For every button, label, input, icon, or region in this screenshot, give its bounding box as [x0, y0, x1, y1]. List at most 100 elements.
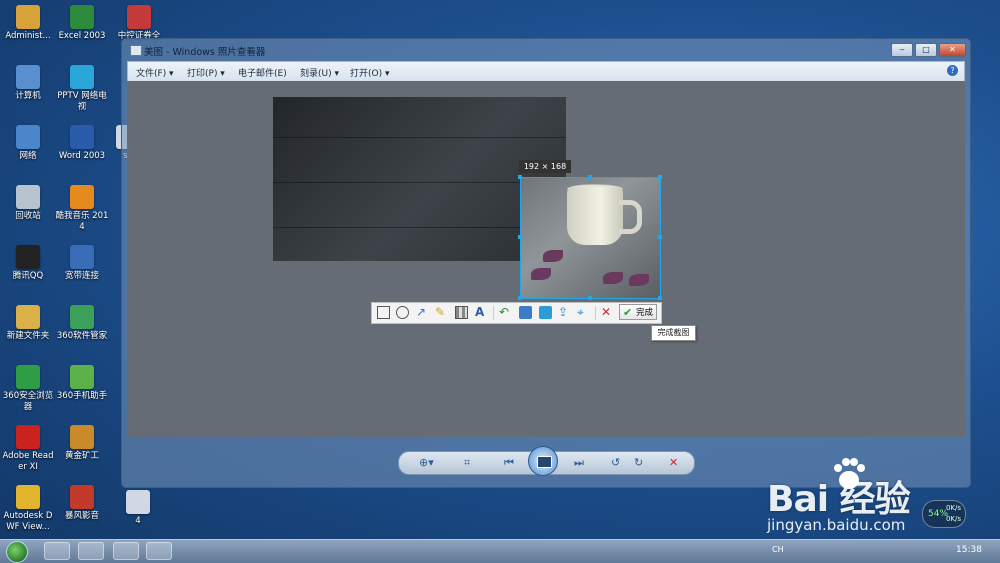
taskbar-word-icon[interactable] [113, 542, 139, 560]
desktop-icon[interactable]: 计算机 [0, 65, 56, 102]
cancel-icon[interactable]: ✕ [601, 305, 611, 319]
desktop-icon-label: 宽带连接 [64, 271, 99, 281]
desktop-icon-label: Adobe Reader XI [2, 451, 54, 472]
app-icon [16, 305, 40, 329]
done-button[interactable]: ✔ 完成 [619, 304, 657, 320]
menu-email[interactable]: 电子邮件(E) [238, 66, 287, 79]
app-icon [16, 245, 40, 269]
help-icon[interactable]: ? [947, 65, 958, 76]
slideshow-button[interactable] [528, 446, 558, 476]
app-icon [16, 65, 40, 89]
desktop-icon-label: 4 [135, 516, 141, 526]
capture-selection[interactable] [520, 177, 661, 299]
mosaic-tool-icon[interactable] [455, 306, 468, 319]
pen-tool-icon[interactable]: ✎ [435, 305, 445, 319]
app-icon [70, 185, 94, 209]
close-button[interactable]: ✕ [939, 43, 966, 57]
desktop-icon[interactable]: 360手机助手 [54, 365, 110, 402]
done-tooltip: 完成截图 [651, 325, 696, 341]
slideshow-icon [537, 456, 552, 468]
desktop-icon[interactable]: PPTV 网络电视 [54, 65, 110, 113]
text-tool-icon[interactable]: A [475, 305, 484, 319]
desktop-icon[interactable]: 酷我音乐 2014 [54, 185, 110, 233]
desktop-icon-label: 暴风影音 [64, 511, 99, 521]
desktop-icon[interactable]: Adobe Reader XI [0, 425, 56, 473]
resize-handle[interactable] [588, 175, 592, 179]
done-label: 完成 [635, 308, 653, 318]
desktop-icon[interactable]: 黄金矿工 [54, 425, 110, 462]
minimize-button[interactable]: ‒ [891, 43, 913, 57]
app-icon [16, 5, 40, 29]
menu-burn[interactable]: 刻录(U) ▾ [300, 66, 339, 79]
desktop-icon-label: 回收站 [15, 211, 41, 221]
desktop-icon[interactable]: 宽带连接 [54, 245, 110, 282]
desktop-icon-label: 网络 [19, 151, 37, 161]
capture-toolbar: ↗ ✎ A ↶ ⇪ ⌖ ✕ ✔ 完成 [371, 302, 662, 324]
window-title: 美图 - Windows 照片查看器 [144, 47, 266, 58]
desktop-icon[interactable]: 360安全浏览器 [0, 365, 56, 413]
pin-icon[interactable]: ⌖ [577, 305, 584, 319]
desktop-icon[interactable]: 暴风影音 [54, 485, 110, 522]
rotate-cw-icon[interactable]: ↻ [634, 457, 643, 469]
app-icon [70, 305, 94, 329]
input-language[interactable]: CH [772, 545, 784, 554]
desktop-icon[interactable]: 新建文件夹 [0, 305, 56, 342]
zoom-icon[interactable]: ⊕▾ [419, 457, 434, 469]
desktop-icon-label: 计算机 [15, 91, 41, 101]
desktop-icon-label: Administ... [5, 31, 51, 41]
desktop-icon[interactable]: 中控证券全 [111, 5, 167, 42]
desktop-icon[interactable]: 360软件管家 [54, 305, 110, 342]
taskbar-folder-icon[interactable] [44, 542, 70, 560]
app-icon [127, 5, 151, 29]
watermark-url: jingyan.baidu.com [767, 516, 906, 534]
resize-handle[interactable] [658, 235, 662, 239]
copy-icon[interactable] [539, 306, 552, 319]
network-meter: 54% 0K/s 0K/s [922, 500, 966, 528]
undo-icon[interactable]: ↶ [499, 305, 509, 319]
desktop-icon[interactable]: 4 [110, 490, 166, 527]
menu-file[interactable]: 文件(F) ▾ [136, 66, 174, 79]
taskbar-photo-viewer-icon[interactable] [146, 542, 172, 560]
clock[interactable]: 15:38 [956, 545, 982, 555]
delete-icon[interactable]: ✕ [669, 457, 678, 469]
menu-print[interactable]: 打印(P) ▾ [187, 66, 225, 79]
rectangle-tool-icon[interactable] [377, 306, 390, 319]
maximize-button[interactable]: □ [915, 43, 937, 57]
window-titlebar[interactable]: 美图 - Windows 照片查看器 ‒ □ ✕ [122, 39, 970, 61]
resize-handle[interactable] [588, 296, 592, 300]
desktop-icon[interactable]: 网络 [0, 125, 56, 162]
app-icon [70, 365, 94, 389]
cup-image [567, 187, 623, 245]
desktop-icon-label: 360手机助手 [56, 391, 108, 401]
desktop-icon[interactable]: 腾讯QQ [0, 245, 56, 282]
desktop-icon-label: 腾讯QQ [12, 271, 44, 281]
desktop-icon-label: Excel 2003 [58, 31, 106, 41]
rotate-ccw-icon[interactable]: ↺ [611, 457, 620, 469]
start-button[interactable] [6, 541, 28, 563]
arrow-tool-icon[interactable]: ↗ [416, 305, 426, 319]
app-icon [70, 425, 94, 449]
ellipse-tool-icon[interactable] [396, 306, 409, 319]
desktop-icon-label: 新建文件夹 [6, 331, 50, 341]
fit-window-icon[interactable]: ⌗ [464, 457, 470, 469]
menu-open[interactable]: 打开(O) ▾ [350, 66, 390, 79]
desktop-icon-label: 360安全浏览器 [2, 391, 54, 412]
desktop-icon[interactable]: Autodesk DWF View... [0, 485, 56, 533]
resize-handle[interactable] [658, 175, 662, 179]
resize-handle[interactable] [518, 175, 522, 179]
previous-icon[interactable]: ⏮ [504, 457, 514, 469]
desktop-icon[interactable]: Excel 2003 [54, 5, 110, 42]
resize-handle[interactable] [518, 235, 522, 239]
resize-handle[interactable] [518, 296, 522, 300]
app-icon [16, 425, 40, 449]
taskbar-browser-icon[interactable] [78, 542, 104, 560]
app-icon [70, 65, 94, 89]
desktop-icon[interactable]: Administ... [0, 5, 56, 42]
desktop-icon[interactable]: 回收站 [0, 185, 56, 222]
app-icon [16, 365, 40, 389]
menu-bar: 文件(F) ▾ 打印(P) ▾ 电子邮件(E) 刻录(U) ▾ 打开(O) ▾ … [127, 61, 965, 82]
resize-handle[interactable] [658, 296, 662, 300]
save-icon[interactable] [519, 306, 532, 319]
share-icon[interactable]: ⇪ [558, 305, 568, 319]
next-icon[interactable]: ⏭ [574, 457, 584, 469]
